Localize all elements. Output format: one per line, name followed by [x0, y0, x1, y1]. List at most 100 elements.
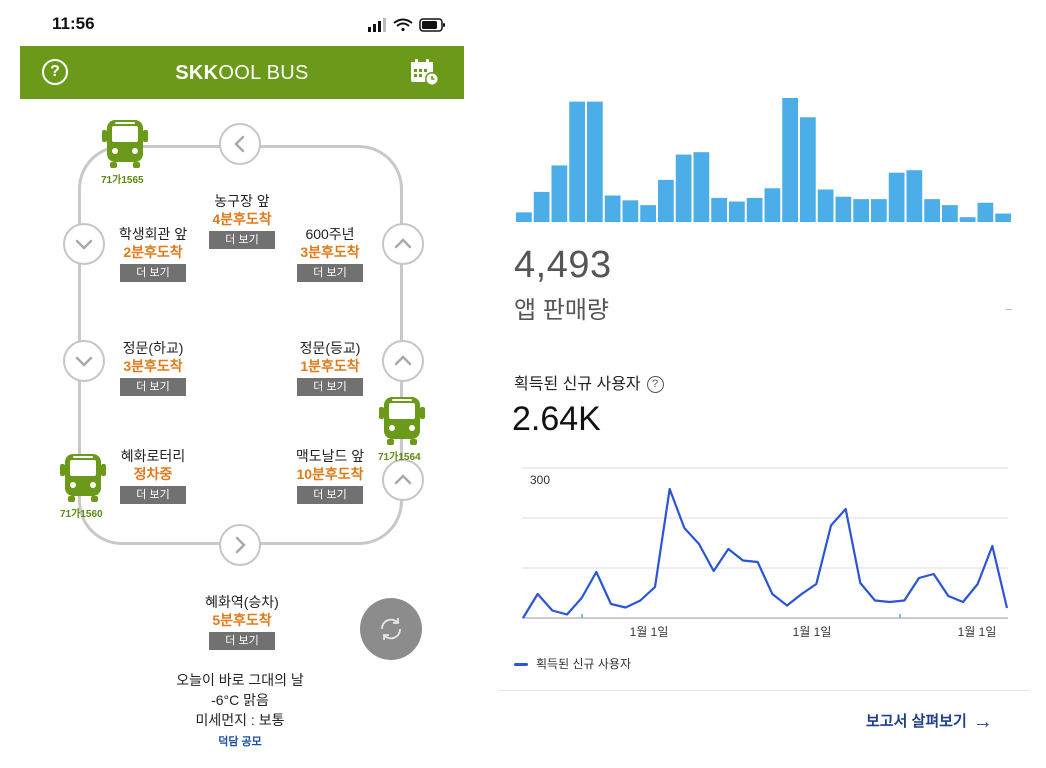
- bar: [959, 217, 976, 222]
- calendar-clock-icon[interactable]: [409, 57, 441, 87]
- stop-name: 정문(하교): [122, 340, 184, 356]
- report-link-label: 보고서 살펴보기: [866, 713, 967, 730]
- stop-eta: 10분후도착: [296, 466, 364, 482]
- promo-link[interactable]: 덕담 공모: [140, 733, 340, 749]
- stop-student-hall: 학생회관 앞 2분후도착 더 보기: [93, 225, 213, 282]
- battery-icon: [419, 18, 445, 32]
- bar: [658, 179, 674, 222]
- app-title-bold: SKK: [175, 62, 219, 84]
- stop-more-button[interactable]: 더 보기: [120, 486, 186, 504]
- analytics-panel: 4,493 앱 판매량 획득된 신규 사용자? 2.64K 300 1월 1일 1월…: [482, 0, 1046, 768]
- chevron-right-icon: [235, 536, 246, 554]
- bar: [711, 197, 727, 222]
- bus-plate: 71가1565: [101, 175, 144, 186]
- app-title-rest: OOL BUS: [218, 62, 309, 84]
- stop-name: 맥도날드 앞: [295, 448, 365, 464]
- stop-name: 정문(등교): [299, 340, 361, 356]
- stop-eta: 3분후도착: [300, 244, 360, 260]
- bar: [871, 199, 887, 222]
- stop-name: 학생회관 앞: [118, 226, 188, 242]
- stop-more-button[interactable]: 더 보기: [120, 378, 186, 396]
- chevron-up-icon: [394, 474, 412, 485]
- sales-label: 앱 판매량: [514, 297, 609, 324]
- bar: [888, 172, 905, 222]
- route-arrow-left[interactable]: [219, 123, 261, 165]
- bar: [764, 188, 781, 222]
- bar: [587, 101, 603, 222]
- users-title: 획득된 신규 사용자?: [514, 370, 664, 394]
- bar: [800, 117, 816, 222]
- stop-mcdonalds: 맥도날드 앞 10분후도착 더 보기: [270, 447, 390, 504]
- bar: [782, 98, 798, 222]
- stop-eta: 정차중: [133, 466, 173, 482]
- x-tick-label: 1월 1일: [630, 625, 669, 639]
- sales-value: 4,493: [514, 244, 612, 286]
- bar: [746, 197, 763, 222]
- bar: [551, 165, 568, 222]
- bar: [924, 199, 940, 222]
- bus-plate: 71가1560: [60, 509, 103, 520]
- chevron-left-icon: [234, 135, 245, 153]
- stop-name: 혜화로터리: [120, 448, 186, 464]
- stop-hyehwa-station: 혜화역(승차) 5분후도착 더 보기: [182, 593, 302, 650]
- stop-more-button[interactable]: 더 보기: [297, 486, 363, 504]
- bar: [853, 199, 869, 222]
- bus-icon[interactable]: [377, 395, 427, 447]
- chart-legend: 획득된 신규 사용자: [514, 655, 631, 672]
- legend-swatch: [514, 663, 528, 667]
- stop-main-gate-in: 정문(등교) 1분후도착 더 보기: [270, 339, 390, 396]
- bar: [977, 202, 994, 222]
- chevron-up-icon: [394, 238, 412, 249]
- stop-eta: 3분후도착: [123, 358, 183, 374]
- bus-icon[interactable]: [100, 118, 150, 170]
- bus-plate: 71가1564: [378, 452, 421, 463]
- stop-name: 600주년: [305, 226, 355, 242]
- stop-main-gate-out: 정문(하교) 3분후도착 더 보기: [93, 339, 213, 396]
- route-arrow-right[interactable]: [219, 524, 261, 566]
- bar: [995, 213, 1011, 222]
- stop-more-button[interactable]: 더 보기: [120, 264, 186, 282]
- chevron-down-icon: [75, 239, 93, 250]
- weather-line-3: 미세먼지 : 보통: [195, 712, 285, 728]
- stop-600th: 600주년 3분후도착 더 보기: [270, 225, 390, 282]
- stop-more-button[interactable]: 더 보기: [209, 231, 275, 249]
- users-value: 2.64K: [512, 400, 601, 438]
- status-icons: [368, 18, 445, 32]
- sales-bar-chart: [516, 98, 1011, 222]
- stop-more-button[interactable]: 더 보기: [297, 264, 363, 282]
- refresh-button[interactable]: [360, 598, 422, 660]
- stop-eta: 1분후도착: [300, 358, 360, 374]
- users-title-text: 획득된 신규 사용자: [514, 376, 641, 393]
- stop-name: 농구장 앞: [214, 193, 270, 209]
- x-tick-label: 1월 1일: [793, 625, 832, 639]
- report-link[interactable]: 보고서 살펴보기 →: [866, 710, 993, 734]
- bar: [817, 189, 834, 222]
- bar: [693, 152, 710, 222]
- series-line: [522, 487, 1008, 619]
- info-icon[interactable]: ?: [646, 376, 664, 394]
- stop-eta: 2분후도착: [123, 244, 183, 260]
- chevron-down-icon: [75, 356, 93, 367]
- refresh-icon: [381, 618, 401, 640]
- signal-icon: [368, 18, 386, 32]
- bar: [675, 154, 692, 222]
- stop-name: 혜화역(승차): [205, 594, 279, 610]
- bar: [835, 196, 852, 222]
- stop-more-button[interactable]: 더 보기: [209, 632, 275, 650]
- stop-more-button[interactable]: 더 보기: [297, 378, 363, 396]
- bus-icon[interactable]: [58, 452, 108, 504]
- stop-hyehwa-rotary: 혜화로터리 정차중 더 보기: [93, 447, 213, 504]
- bar: [942, 205, 958, 222]
- weather-line-2: -6°C 맑음: [211, 692, 269, 708]
- bar: [604, 195, 621, 222]
- y-tick-label: 300: [530, 473, 550, 487]
- app-header: ? SKKOOL BUS: [20, 46, 464, 99]
- x-tick-label: 1월 1일: [958, 625, 997, 639]
- bar: [622, 200, 639, 222]
- legend-label: 획득된 신규 사용자: [536, 657, 631, 671]
- bar: [906, 170, 923, 222]
- bar: [640, 205, 656, 222]
- wifi-icon: [393, 18, 413, 32]
- chevron-up-icon: [394, 355, 412, 366]
- bar: [729, 201, 745, 222]
